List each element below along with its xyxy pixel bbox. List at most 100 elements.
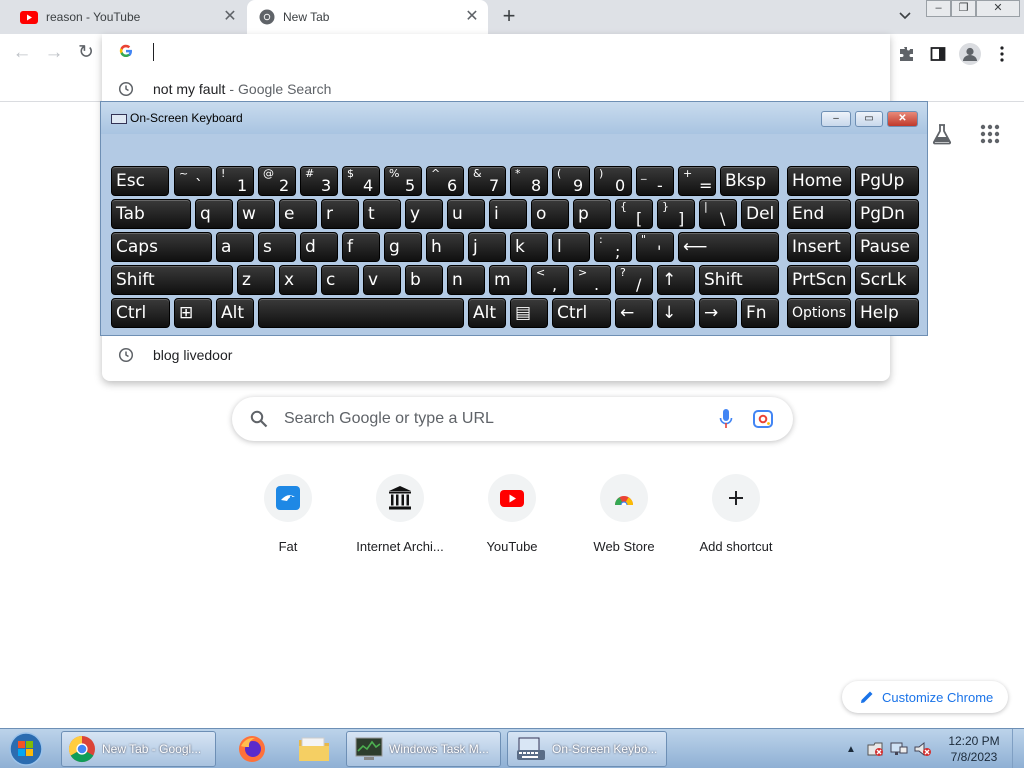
key-symbol[interactable]: " ' xyxy=(636,232,674,262)
key-ctrl[interactable]: Ctrl xyxy=(111,298,170,328)
action-center-icon[interactable] xyxy=(866,741,884,757)
suggestion-item[interactable]: blog livedoor xyxy=(102,339,890,371)
labs-icon[interactable] xyxy=(930,122,954,146)
microphone-icon[interactable] xyxy=(719,409,733,429)
new-tab-button[interactable]: + xyxy=(497,5,521,29)
key-0[interactable]: ) 0 xyxy=(594,166,632,196)
key-alt[interactable]: Alt xyxy=(216,298,254,328)
key-p[interactable]: p xyxy=(573,199,611,229)
key-symbol[interactable]: }] xyxy=(657,199,695,229)
key-symbol[interactable]: <, xyxy=(531,265,569,295)
key-8[interactable]: * 8 xyxy=(510,166,548,196)
key-w[interactable]: w xyxy=(237,199,275,229)
taskbar-item-firefox[interactable] xyxy=(224,731,280,767)
osk-maximize-button[interactable]: ▭ xyxy=(855,111,883,127)
taskbar-item-chrome[interactable]: New Tab - Googl... xyxy=(61,731,216,767)
key-prtscn[interactable]: PrtScn xyxy=(787,265,851,295)
taskbar-item-task-manager[interactable]: Windows Task M... xyxy=(346,731,501,767)
key-5[interactable]: % 5 xyxy=(384,166,422,196)
key-f[interactable]: f xyxy=(342,232,380,262)
shortcut-tile[interactable]: Web Store xyxy=(568,474,680,564)
key-x[interactable]: x xyxy=(279,265,317,295)
key-pause[interactable]: Pause xyxy=(855,232,919,262)
key-b[interactable]: b xyxy=(405,265,443,295)
key-caps[interactable]: Caps xyxy=(111,232,212,262)
tab-new-tab[interactable]: New Tab ✕ xyxy=(247,0,488,34)
close-window-button[interactable]: ✕ xyxy=(976,0,1020,17)
key-del[interactable]: Del xyxy=(741,199,779,229)
close-tab-icon[interactable]: ✕ xyxy=(464,9,480,25)
key-l[interactable]: l xyxy=(552,232,590,262)
key-options[interactable]: Options xyxy=(787,298,851,328)
key-symbol[interactable]: ? / xyxy=(615,265,653,295)
key-m[interactable]: m xyxy=(489,265,527,295)
key-1[interactable]: ! 1 xyxy=(216,166,254,196)
key-j[interactable]: j xyxy=(468,232,506,262)
taskbar-clock[interactable]: 12:20 PM 7/8/2023 xyxy=(944,733,1004,765)
key-symbol[interactable]: >. xyxy=(573,265,611,295)
extensions-icon[interactable] xyxy=(894,42,918,66)
key-symbol[interactable]: → xyxy=(699,298,737,328)
key-t[interactable]: t xyxy=(363,199,401,229)
key-d[interactable]: d xyxy=(300,232,338,262)
key-i[interactable]: i xyxy=(489,199,527,229)
side-panel-icon[interactable] xyxy=(926,42,950,66)
add-shortcut-tile[interactable]: Add shortcut xyxy=(680,474,792,564)
forward-icon[interactable]: → xyxy=(42,42,66,66)
key-pgdn[interactable]: PgDn xyxy=(855,199,919,229)
key-pgup[interactable]: PgUp xyxy=(855,166,919,196)
key-fn[interactable]: Fn xyxy=(741,298,779,328)
customize-chrome-button[interactable]: Customize Chrome xyxy=(842,681,1008,713)
key-symbol[interactable]: ⟵ xyxy=(678,232,779,262)
key-c[interactable]: c xyxy=(321,265,359,295)
start-button[interactable] xyxy=(6,731,46,767)
key-symbol[interactable]: :; xyxy=(594,232,632,262)
minimize-button[interactable]: – xyxy=(926,0,951,17)
key-shift[interactable]: Shift xyxy=(699,265,779,295)
key-k[interactable]: k xyxy=(510,232,548,262)
key-9[interactable]: (9 xyxy=(552,166,590,196)
key-7[interactable]: & 7 xyxy=(468,166,506,196)
key-home[interactable]: Home xyxy=(787,166,851,196)
key-s[interactable]: s xyxy=(258,232,296,262)
key-3[interactable]: #3 xyxy=(300,166,338,196)
key-bksp[interactable]: Bksp xyxy=(720,166,779,196)
shortcut-tile[interactable]: YouTube xyxy=(456,474,568,564)
chevron-down-icon[interactable] xyxy=(895,8,915,26)
key-u[interactable]: u xyxy=(447,199,485,229)
key-symbol[interactable]: + = xyxy=(678,166,716,196)
key-z[interactable]: z xyxy=(237,265,275,295)
key-o[interactable]: o xyxy=(531,199,569,229)
tab-youtube[interactable]: reason - YouTube ✕ xyxy=(10,0,246,34)
key-4[interactable]: $4 xyxy=(342,166,380,196)
key-space[interactable] xyxy=(258,298,464,328)
maximize-button[interactable]: ❐ xyxy=(951,0,976,17)
key-6[interactable]: ^ 6 xyxy=(426,166,464,196)
key-help[interactable]: Help xyxy=(855,298,919,328)
reload-icon[interactable]: ↻ xyxy=(74,42,98,66)
profile-avatar[interactable] xyxy=(958,42,982,66)
key-a[interactable]: a xyxy=(216,232,254,262)
key-scrlk[interactable]: ScrLk xyxy=(855,265,919,295)
key-y[interactable]: y xyxy=(405,199,443,229)
key-symbol[interactable]: ~ ` xyxy=(174,166,212,196)
key-symbol[interactable]: ▤ xyxy=(510,298,548,328)
key-q[interactable]: q xyxy=(195,199,233,229)
key-v[interactable]: v xyxy=(363,265,401,295)
osk-minimize-button[interactable]: – xyxy=(821,111,851,127)
key-e[interactable]: e xyxy=(279,199,317,229)
key-symbol[interactable]: ⊞ xyxy=(174,298,212,328)
key-symbol[interactable]: | \ xyxy=(699,199,737,229)
volume-muted-icon[interactable] xyxy=(914,741,932,757)
key-symbol[interactable]: ← xyxy=(615,298,653,328)
taskbar-item-explorer[interactable] xyxy=(286,731,342,767)
show-desktop-button[interactable] xyxy=(1012,729,1024,768)
key-alt[interactable]: Alt xyxy=(468,298,506,328)
key-2[interactable]: @2 xyxy=(258,166,296,196)
key-symbol[interactable]: _ - xyxy=(636,166,674,196)
key-r[interactable]: r xyxy=(321,199,359,229)
key-symbol[interactable]: ↑ xyxy=(657,265,695,295)
key-insert[interactable]: Insert xyxy=(787,232,851,262)
ntp-search-box[interactable]: Search Google or type a URL xyxy=(232,397,793,441)
close-tab-icon[interactable]: ✕ xyxy=(222,9,238,25)
